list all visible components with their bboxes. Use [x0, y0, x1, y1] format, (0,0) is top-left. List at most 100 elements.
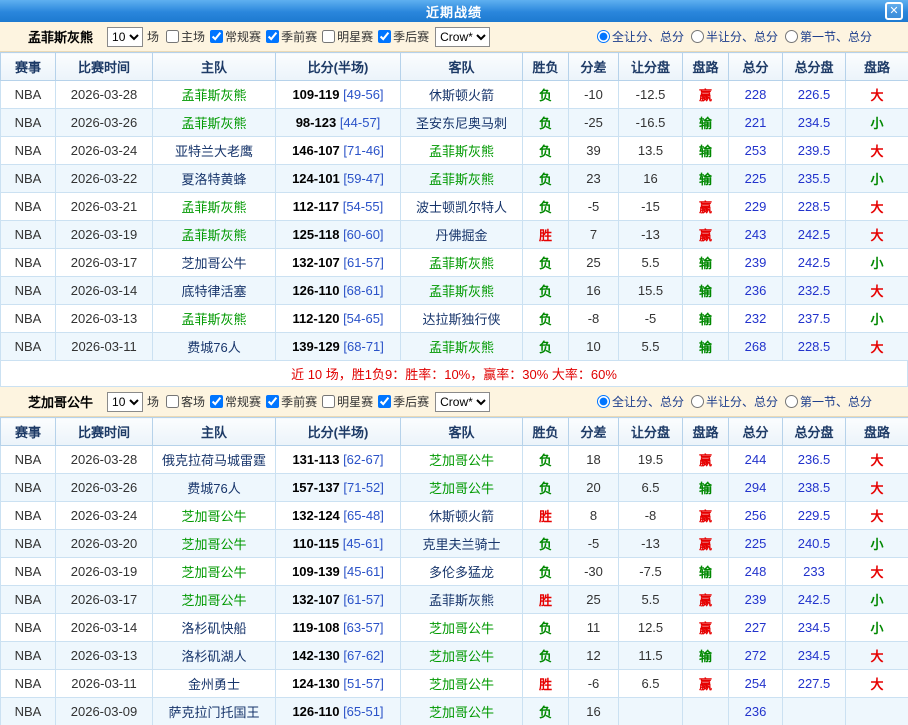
column-header: 分差 [569, 53, 619, 81]
full-score: 157-137 [292, 480, 340, 495]
radio-input[interactable] [785, 30, 798, 43]
diff-cell: 18 [569, 446, 619, 474]
odds-company-select[interactable]: Crow* [435, 392, 490, 412]
column-header: 总分 [729, 53, 783, 81]
total-cell: 225 [729, 530, 783, 558]
over-under-cell: 大 [846, 670, 908, 698]
odds-mode-radio[interactable]: 第一节、总分 [782, 393, 872, 410]
full-score: 132-107 [292, 592, 340, 607]
filter-checkbox[interactable]: 季后赛 [375, 28, 429, 45]
diff-cell: 12 [569, 642, 619, 670]
total-line-cell [783, 698, 846, 725]
filter-checkbox[interactable]: 主场 [163, 28, 205, 45]
games-count-select[interactable]: 10 [107, 27, 143, 47]
total-line-cell: 233 [783, 558, 846, 586]
filter-checkbox[interactable]: 明星赛 [319, 393, 373, 410]
total-cell: 225 [729, 165, 783, 193]
over-under-cell: 小 [846, 165, 908, 193]
handicap-result-cell: 赢 [683, 586, 729, 614]
over-under-cell: 大 [846, 277, 908, 305]
team-name: 芝加哥公牛 [28, 392, 93, 411]
checkbox-input[interactable] [166, 395, 179, 408]
radio-input[interactable] [691, 395, 704, 408]
team-section-bulls: 芝加哥公牛 10 场 客场常规赛季前赛明星赛季后赛 Crow* 全让分、总分半让… [0, 387, 908, 725]
filter-checkbox[interactable]: 季后赛 [375, 393, 429, 410]
checkbox-input[interactable] [378, 30, 391, 43]
home-team-cell: 费城76人 [153, 333, 276, 361]
home-team-cell: 芝加哥公牛 [153, 502, 276, 530]
total-cell: 268 [729, 333, 783, 361]
filter-checkbox[interactable]: 客场 [163, 393, 205, 410]
half-score: [71-46] [343, 143, 383, 158]
diff-cell: 16 [569, 277, 619, 305]
checkbox-input[interactable] [266, 395, 279, 408]
radio-input[interactable] [691, 30, 704, 43]
results-table: 赛事比赛时间主队比分(半场)客队胜负分差让分盘盘路总分总分盘盘路 NBA2026… [0, 52, 908, 361]
summary-row: 近 10 场，胜1负9：胜率：10%，赢率：30% 大率：60% [0, 361, 908, 387]
full-score: 126-110 [292, 283, 339, 298]
column-header: 赛事 [1, 418, 56, 446]
date-cell: 2026-03-26 [56, 474, 153, 502]
checkbox-input[interactable] [322, 395, 335, 408]
total-line-cell: 227.5 [783, 670, 846, 698]
odds-mode-radio[interactable]: 半让分、总分 [688, 393, 778, 410]
league-cell: NBA [1, 446, 56, 474]
radio-label: 全让分、总分 [612, 28, 684, 45]
half-score: [54-65] [343, 311, 383, 326]
checkbox-label: 主场 [181, 28, 205, 45]
filter-checkbox[interactable]: 季前赛 [263, 28, 317, 45]
filter-checkbox[interactable]: 常规赛 [207, 28, 261, 45]
over-under-cell: 大 [846, 474, 908, 502]
total-line-cell: 232.5 [783, 277, 846, 305]
odds-mode-radio[interactable]: 半让分、总分 [688, 28, 778, 45]
checkbox-input[interactable] [210, 395, 223, 408]
game-row: NBA2026-03-14洛杉矶快船119-108 [63-57]芝加哥公牛负1… [1, 614, 908, 642]
filter-checkbox[interactable]: 季前赛 [263, 393, 317, 410]
checkbox-input[interactable] [322, 30, 335, 43]
handicap-result-cell: 输 [683, 305, 729, 333]
close-icon[interactable]: ✕ [885, 2, 903, 20]
odds-company-select[interactable]: Crow* [435, 27, 490, 47]
over-under-cell: 大 [846, 137, 908, 165]
full-score: 146-107 [292, 143, 340, 158]
count-suffix-label: 场 [147, 393, 159, 410]
diff-cell: -10 [569, 81, 619, 109]
handicap-cell: -7.5 [619, 558, 683, 586]
radio-input[interactable] [597, 30, 610, 43]
radio-input[interactable] [785, 395, 798, 408]
odds-mode-radio[interactable]: 第一节、总分 [782, 28, 872, 45]
away-team-cell: 芝加哥公牛 [401, 446, 523, 474]
diff-cell: 8 [569, 502, 619, 530]
handicap-cell: 15.5 [619, 277, 683, 305]
checkbox-input[interactable] [210, 30, 223, 43]
odds-mode-radio[interactable]: 全让分、总分 [594, 393, 684, 410]
total-line-cell: 228.5 [783, 333, 846, 361]
checkbox-input[interactable] [378, 395, 391, 408]
over-under-cell: 大 [846, 221, 908, 249]
column-header: 比分(半场) [276, 53, 401, 81]
game-row: NBA2026-03-13洛杉矶湖人142-130 [67-62]芝加哥公牛负1… [1, 642, 908, 670]
half-score: [51-57] [343, 676, 383, 691]
column-header: 胜负 [523, 418, 569, 446]
date-cell: 2026-03-26 [56, 109, 153, 137]
home-team-cell: 金州勇士 [153, 670, 276, 698]
diff-cell: 39 [569, 137, 619, 165]
score-cell: 146-107 [71-46] [276, 137, 401, 165]
handicap-result-cell: 赢 [683, 81, 729, 109]
result-cell: 负 [523, 81, 569, 109]
recent-results-panel: 近期战绩 ✕ 孟菲斯灰熊 10 场 主场常规赛季前赛明星赛季后赛 Crow* 全… [0, 0, 908, 725]
total-line-cell: 239.5 [783, 137, 846, 165]
radio-input[interactable] [597, 395, 610, 408]
filter-checkbox[interactable]: 常规赛 [207, 393, 261, 410]
checkbox-input[interactable] [266, 30, 279, 43]
game-row: NBA2026-03-26孟菲斯灰熊98-123 [44-57]圣安东尼奥马刺负… [1, 109, 908, 137]
odds-mode-radio[interactable]: 全让分、总分 [594, 28, 684, 45]
total-line-cell: 242.5 [783, 249, 846, 277]
column-header: 让分盘 [619, 53, 683, 81]
games-count-select[interactable]: 10 [107, 392, 143, 412]
filter-bar: 孟菲斯灰熊 10 场 主场常规赛季前赛明星赛季后赛 Crow* 全让分、总分半让… [0, 22, 908, 52]
handicap-result-cell: 输 [683, 109, 729, 137]
total-cell: 244 [729, 446, 783, 474]
checkbox-input[interactable] [166, 30, 179, 43]
filter-checkbox[interactable]: 明星赛 [319, 28, 373, 45]
